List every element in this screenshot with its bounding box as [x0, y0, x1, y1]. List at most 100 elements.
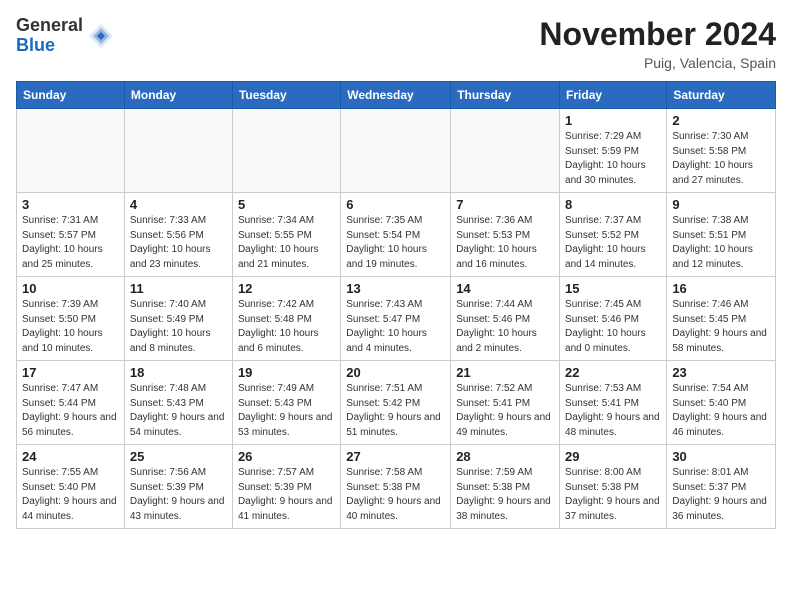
day-number: 12: [238, 281, 335, 296]
calendar-week-3: 10Sunrise: 7:39 AMSunset: 5:50 PMDayligh…: [17, 277, 776, 361]
day-number: 11: [130, 281, 227, 296]
day-info: Sunrise: 8:00 AMSunset: 5:38 PMDaylight:…: [565, 466, 661, 524]
day-number: 1: [565, 113, 661, 128]
logo-blue-text: Blue: [16, 36, 83, 56]
day-info: Sunrise: 7:38 AMSunset: 5:51 PMDaylight:…: [672, 214, 770, 272]
calendar-cell: 18 Sunrise: 7:48 AMSunset: 5:43 PMDayligh…: [124, 361, 232, 445]
calendar-week-2: 3 Sunrise: 7:31 AMSunset: 5:57 PMDaylight…: [17, 193, 776, 277]
day-info: Sunrise: 7:44 AMSunset: 5:46 PMDaylight:…: [456, 298, 554, 356]
calendar-cell: 1 Sunrise: 7:29 AMSunset: 5:59 PMDaylight…: [560, 109, 667, 193]
day-info: Sunrise: 7:30 AMSunset: 5:58 PMDaylight:…: [672, 130, 770, 188]
day-info: Sunrise: 7:40 AMSunset: 5:49 PMDaylight:…: [130, 298, 227, 356]
calendar-cell: 27Sunrise: 7:58 AMSunset: 5:38 PMDayligh…: [341, 445, 451, 529]
day-number: 14: [456, 281, 554, 296]
day-info: Sunrise: 7:46 AMSunset: 5:45 PMDaylight:…: [672, 298, 770, 356]
day-number: 22: [565, 365, 661, 380]
day-number: 5: [238, 197, 335, 212]
day-number: 19: [238, 365, 335, 380]
calendar-cell: 14 Sunrise: 7:44 AMSunset: 5:46 PMDayligh…: [451, 277, 560, 361]
day-info: Sunrise: 7:51 AMSunset: 5:42 PMDaylight:…: [346, 382, 445, 440]
calendar-cell: 30 Sunrise: 8:01 AMSunset: 5:37 PMDayligh…: [667, 445, 776, 529]
day-number: 10: [22, 281, 119, 296]
calendar-cell: [341, 109, 451, 193]
calendar-week-5: 24 Sunrise: 7:55 AMSunset: 5:40 PMDayligh…: [17, 445, 776, 529]
month-title: November 2024: [539, 16, 776, 53]
calendar-cell: 2 Sunrise: 7:30 AMSunset: 5:58 PMDaylight…: [667, 109, 776, 193]
calendar-cell: 13 Sunrise: 7:43 AMSunset: 5:47 PMDayligh…: [341, 277, 451, 361]
day-info: Sunrise: 8:01 AMSunset: 5:37 PMDaylight:…: [672, 466, 770, 524]
day-number: 30: [672, 449, 770, 464]
day-info: Sunrise: 7:43 AMSunset: 5:47 PMDaylight:…: [346, 298, 445, 356]
day-header-saturday: Saturday: [667, 82, 776, 109]
calendar-cell: 26Sunrise: 7:57 AMSunset: 5:39 PMDayligh…: [232, 445, 340, 529]
logo: General Blue: [16, 16, 115, 56]
calendar-cell: 3 Sunrise: 7:31 AMSunset: 5:57 PMDaylight…: [17, 193, 125, 277]
day-number: 20: [346, 365, 445, 380]
day-info: Sunrise: 7:29 AMSunset: 5:59 PMDaylight:…: [565, 130, 661, 188]
calendar-cell: 12 Sunrise: 7:42 AMSunset: 5:48 PMDayligh…: [232, 277, 340, 361]
day-info: Sunrise: 7:48 AMSunset: 5:43 PMDaylight:…: [130, 382, 227, 440]
day-info: Sunrise: 7:42 AMSunset: 5:48 PMDaylight:…: [238, 298, 335, 356]
day-info: Sunrise: 7:56 AMSunset: 5:39 PMDaylight:…: [130, 466, 227, 524]
calendar-header-row: SundayMondayTuesdayWednesdayThursdayFrid…: [17, 82, 776, 109]
day-info: Sunrise: 7:54 AMSunset: 5:40 PMDaylight:…: [672, 382, 770, 440]
logo-general-text: General: [16, 16, 83, 36]
calendar-table: SundayMondayTuesdayWednesdayThursdayFrid…: [16, 81, 776, 529]
calendar-cell: 20 Sunrise: 7:51 AMSunset: 5:42 PMDayligh…: [341, 361, 451, 445]
calendar-cell: [17, 109, 125, 193]
day-header-monday: Monday: [124, 82, 232, 109]
day-info: Sunrise: 7:55 AMSunset: 5:40 PMDaylight:…: [22, 466, 119, 524]
day-number: 17: [22, 365, 119, 380]
location: Puig, Valencia, Spain: [539, 55, 776, 71]
day-info: Sunrise: 7:45 AMSunset: 5:46 PMDaylight:…: [565, 298, 661, 356]
day-info: Sunrise: 7:37 AMSunset: 5:52 PMDaylight:…: [565, 214, 661, 272]
day-header-friday: Friday: [560, 82, 667, 109]
calendar-cell: 5 Sunrise: 7:34 AMSunset: 5:55 PMDaylight…: [232, 193, 340, 277]
calendar-cell: 25Sunrise: 7:56 AMSunset: 5:39 PMDayligh…: [124, 445, 232, 529]
day-info: Sunrise: 7:36 AMSunset: 5:53 PMDaylight:…: [456, 214, 554, 272]
day-header-tuesday: Tuesday: [232, 82, 340, 109]
day-info: Sunrise: 7:59 AMSunset: 5:38 PMDaylight:…: [456, 466, 554, 524]
day-info: Sunrise: 7:58 AMSunset: 5:38 PMDaylight:…: [346, 466, 445, 524]
logo-icon: [87, 22, 115, 50]
calendar-cell: 11 Sunrise: 7:40 AMSunset: 5:49 PMDayligh…: [124, 277, 232, 361]
day-info: Sunrise: 7:33 AMSunset: 5:56 PMDaylight:…: [130, 214, 227, 272]
calendar-cell: 8 Sunrise: 7:37 AMSunset: 5:52 PMDaylight…: [560, 193, 667, 277]
day-header-sunday: Sunday: [17, 82, 125, 109]
day-info: Sunrise: 7:35 AMSunset: 5:54 PMDaylight:…: [346, 214, 445, 272]
day-number: 2: [672, 113, 770, 128]
day-header-wednesday: Wednesday: [341, 82, 451, 109]
day-info: Sunrise: 7:31 AMSunset: 5:57 PMDaylight:…: [22, 214, 119, 272]
day-number: 24: [22, 449, 119, 464]
calendar-cell: 9Sunrise: 7:38 AMSunset: 5:51 PMDaylight…: [667, 193, 776, 277]
calendar-cell: 7Sunrise: 7:36 AMSunset: 5:53 PMDaylight…: [451, 193, 560, 277]
day-number: 26: [238, 449, 335, 464]
calendar-cell: 22Sunrise: 7:53 AMSunset: 5:41 PMDayligh…: [560, 361, 667, 445]
calendar-week-1: 1 Sunrise: 7:29 AMSunset: 5:59 PMDaylight…: [17, 109, 776, 193]
day-number: 18: [130, 365, 227, 380]
day-number: 16: [672, 281, 770, 296]
calendar-cell: 24 Sunrise: 7:55 AMSunset: 5:40 PMDayligh…: [17, 445, 125, 529]
calendar-cell: 19 Sunrise: 7:49 AMSunset: 5:43 PMDayligh…: [232, 361, 340, 445]
calendar-cell: [124, 109, 232, 193]
day-number: 15: [565, 281, 661, 296]
calendar-cell: 23Sunrise: 7:54 AMSunset: 5:40 PMDayligh…: [667, 361, 776, 445]
calendar-cell: [232, 109, 340, 193]
calendar-cell: 6 Sunrise: 7:35 AMSunset: 5:54 PMDaylight…: [341, 193, 451, 277]
calendar-cell: 29Sunrise: 8:00 AMSunset: 5:38 PMDayligh…: [560, 445, 667, 529]
day-number: 13: [346, 281, 445, 296]
calendar-week-4: 17Sunrise: 7:47 AMSunset: 5:44 PMDayligh…: [17, 361, 776, 445]
calendar-cell: 16 Sunrise: 7:46 AMSunset: 5:45 PMDayligh…: [667, 277, 776, 361]
day-number: 6: [346, 197, 445, 212]
day-number: 21: [456, 365, 554, 380]
calendar-cell: 21Sunrise: 7:52 AMSunset: 5:41 PMDayligh…: [451, 361, 560, 445]
day-number: 3: [22, 197, 119, 212]
calendar-cell: 4 Sunrise: 7:33 AMSunset: 5:56 PMDaylight…: [124, 193, 232, 277]
calendar-cell: 15 Sunrise: 7:45 AMSunset: 5:46 PMDayligh…: [560, 277, 667, 361]
calendar-cell: 10Sunrise: 7:39 AMSunset: 5:50 PMDayligh…: [17, 277, 125, 361]
day-info: Sunrise: 7:34 AMSunset: 5:55 PMDaylight:…: [238, 214, 335, 272]
day-info: Sunrise: 7:49 AMSunset: 5:43 PMDaylight:…: [238, 382, 335, 440]
day-number: 8: [565, 197, 661, 212]
day-number: 4: [130, 197, 227, 212]
page-header: General Blue November 2024 Puig, Valenci…: [16, 16, 776, 71]
